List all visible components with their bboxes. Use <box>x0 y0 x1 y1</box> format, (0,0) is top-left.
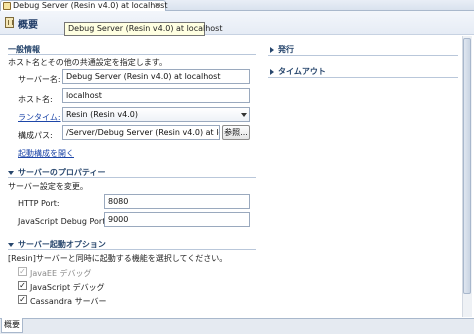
runtime-select[interactable]: Resin (Resin v4.0) <box>62 107 250 122</box>
editor-tab-title: Debug Server (Resin v4.0) at localhost <box>13 1 168 10</box>
javaee-debug-checkbox: ✓ <box>18 267 27 276</box>
section-general-label: 一般情報 <box>8 45 40 54</box>
expand-triangle-icon <box>270 46 274 53</box>
cassandra-server-label: Cassandra サーバー <box>30 297 107 306</box>
expand-triangle-icon <box>270 68 274 75</box>
javascript-debug-checkbox[interactable]: ✓ <box>18 281 27 290</box>
server-name-label: サーバー名: <box>18 75 61 84</box>
section-divider <box>8 177 256 178</box>
server-icon <box>3 2 11 10</box>
http-port-field[interactable]: 8080 <box>104 194 250 209</box>
expand-triangle-icon <box>8 242 14 247</box>
section-launch-options-description: [Resin]サーバーと同時に起動する機能を選択してください。 <box>8 254 228 263</box>
scrollbar-thumb[interactable] <box>463 38 471 294</box>
tab-tooltip: Debug Server (Resin v4.0) at localhost <box>64 22 223 36</box>
section-timeout-label: タイムアウト <box>278 67 326 76</box>
javascript-debug-label: JavaScript デバッグ <box>30 283 105 292</box>
section-divider <box>268 55 458 56</box>
chevron-down-icon <box>241 113 247 117</box>
cassandra-server-checkbox[interactable]: ✓ <box>18 295 27 304</box>
editor-page-tabs <box>0 318 474 334</box>
section-divider <box>8 54 256 55</box>
config-path-label: 構成パス: <box>18 131 53 140</box>
section-divider <box>268 77 458 78</box>
open-launch-config-link[interactable]: 起動構成を開く <box>18 148 74 159</box>
section-general-description: ホスト名とその他の共通設定を指定します。 <box>8 58 167 67</box>
section-launch-options-label: サーバー起動オプション <box>18 240 106 249</box>
section-divider <box>8 249 256 250</box>
js-debug-port-label: JavaScript Debug Port: <box>18 217 109 226</box>
http-port-label: HTTP Port: <box>18 199 60 208</box>
section-publish[interactable]: 発行 <box>270 44 294 55</box>
browse-button[interactable]: 参照... <box>222 125 250 140</box>
page-title: 概要 <box>18 20 38 31</box>
js-debug-port-field[interactable]: 9000 <box>104 212 250 227</box>
runtime-link[interactable]: ランタイム: <box>18 112 61 123</box>
editor-tab-bar: Debug Server (Resin v4.0) at localhost ✕ <box>0 0 474 11</box>
config-path-field[interactable]: /Server/Debug Server (Resin v4.0) at loc… <box>62 125 220 140</box>
section-timeout[interactable]: タイムアウト <box>270 66 326 77</box>
host-name-field[interactable]: localhost <box>62 88 250 103</box>
close-icon[interactable]: ✕ <box>154 1 161 11</box>
section-publish-label: 発行 <box>278 45 294 54</box>
overview-icon <box>5 17 14 28</box>
host-name-label: ホスト名: <box>18 95 53 104</box>
tab-overview[interactable]: 概要 <box>1 318 23 333</box>
javaee-debug-label: JavaEE デバッグ <box>30 269 92 278</box>
section-server-properties-description: サーバー設定を変更。 <box>8 182 88 191</box>
runtime-select-value: Resin (Resin v4.0) <box>66 110 138 119</box>
server-name-field[interactable]: Debug Server (Resin v4.0) at localhost <box>62 69 250 84</box>
editor-tab-server[interactable]: Debug Server (Resin v4.0) at localhost ✕ <box>0 0 168 11</box>
section-server-properties-label: サーバーのプロパティー <box>18 168 106 177</box>
expand-triangle-icon <box>8 170 14 175</box>
